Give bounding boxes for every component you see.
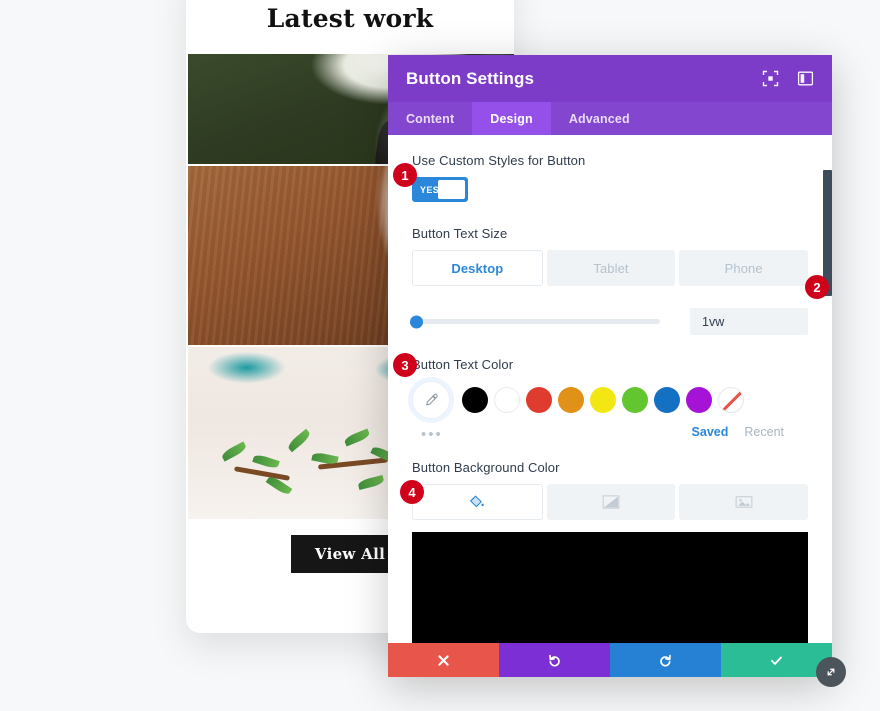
image-icon[interactable] [679, 484, 809, 520]
swatch-green[interactable] [622, 387, 648, 413]
more-colors-button[interactable]: ••• [421, 427, 443, 442]
recent-tab[interactable]: Recent [744, 425, 784, 439]
fullscreen-icon[interactable] [762, 70, 779, 87]
swatch-black[interactable] [462, 387, 488, 413]
swatch-white[interactable] [494, 387, 520, 413]
undo-button[interactable] [499, 643, 610, 677]
modal-title: Button Settings [406, 68, 535, 88]
text-size-input[interactable]: 1vw [690, 308, 808, 335]
modal-footer-actions [388, 643, 832, 677]
toggle-knob [438, 180, 465, 199]
swatch-yellow[interactable] [590, 387, 616, 413]
saved-tab[interactable]: Saved [692, 425, 729, 439]
slider-handle[interactable] [410, 315, 423, 328]
redo-icon [660, 654, 671, 667]
text-size-label: Button Text Size [412, 226, 508, 241]
swatch-orange[interactable] [558, 387, 584, 413]
modal-body: Use Custom Styles for Button YES Button … [388, 135, 832, 677]
device-tab-tablet[interactable]: Tablet [546, 250, 676, 286]
layout-panel-icon[interactable] [797, 70, 814, 87]
text-color-section: Button Text Color ••• Saved Recent [412, 357, 808, 442]
cancel-button[interactable] [388, 643, 499, 677]
swatch-red[interactable] [526, 387, 552, 413]
background-type-row [412, 484, 809, 520]
screen-root: Latest work View All Button Settings Con… [0, 0, 880, 711]
modal-header-actions [762, 70, 814, 87]
custom-styles-label: Use Custom Styles for Button [412, 153, 586, 168]
annotation-badge-1: 1 [393, 163, 417, 187]
redo-button[interactable] [610, 643, 721, 677]
page-title: Latest work [266, 4, 434, 33]
toggle-value-label: YES [420, 184, 440, 195]
button-settings-modal: Button Settings Content Design Advanced … [388, 55, 832, 677]
annotation-badge-3: 3 [393, 353, 417, 377]
solid-color-icon[interactable] [412, 484, 543, 520]
custom-styles-toggle[interactable]: YES [412, 177, 468, 202]
text-size-slider[interactable] [410, 315, 660, 328]
tab-design[interactable]: Design [472, 102, 551, 135]
custom-styles-section: Use Custom Styles for Button YES [412, 153, 808, 202]
resize-icon[interactable] [816, 657, 846, 687]
annotation-badge-2: 2 [805, 275, 829, 299]
eyedropper-icon[interactable] [412, 381, 450, 419]
text-size-section: Button Text Size Desktop Tablet Phone 1v… [410, 226, 809, 335]
text-size-slider-row: 1vw [410, 308, 808, 335]
device-tab-phone[interactable]: Phone [679, 250, 809, 286]
check-icon [771, 656, 782, 665]
background-color-label: Button Background Color [412, 460, 560, 475]
modal-tabs: Content Design Advanced [388, 102, 832, 135]
device-tab-row: Desktop Tablet Phone [412, 250, 809, 286]
device-tab-desktop[interactable]: Desktop [412, 250, 543, 286]
annotation-badge-4: 4 [400, 480, 424, 504]
swatch-purple[interactable] [686, 387, 712, 413]
close-icon [438, 654, 449, 666]
gradient-icon[interactable] [546, 484, 676, 520]
undo-icon [549, 654, 560, 667]
saved-recent-row: Saved Recent [692, 425, 784, 439]
tab-content[interactable]: Content [388, 102, 472, 135]
tab-advanced[interactable]: Advanced [551, 102, 648, 135]
swatch-transparent[interactable] [718, 387, 744, 413]
text-color-label: Button Text Color [412, 357, 514, 372]
text-color-swatches [412, 381, 808, 419]
modal-header: Button Settings [388, 55, 832, 102]
swatch-blue[interactable] [654, 387, 680, 413]
